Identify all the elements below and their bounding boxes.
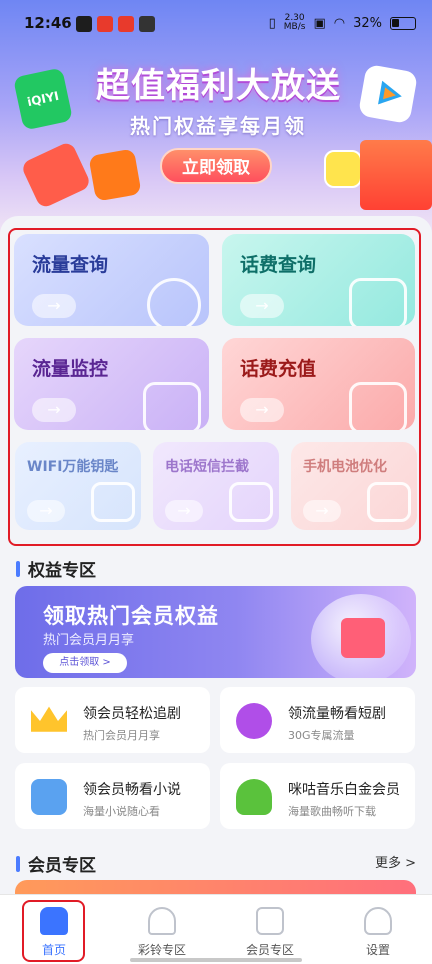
notification-icons xyxy=(76,16,155,32)
benefit-subtitle: 30G专属流量 xyxy=(288,729,355,742)
section-accent-bar xyxy=(16,560,20,577)
user-icon xyxy=(364,907,392,935)
crown-icon xyxy=(31,706,67,732)
gift-icon xyxy=(341,618,385,658)
benefit-card-short-video[interactable]: 领流量畅看短剧 30G专属流量 xyxy=(220,687,415,753)
bell-icon xyxy=(148,907,176,935)
play-icon xyxy=(236,703,272,739)
member-section-title: 会员专区 xyxy=(16,851,96,876)
benefit-subtitle: 海量小说随心看 xyxy=(83,805,160,818)
battery-percent: 32% xyxy=(353,15,382,31)
promo-claim-button[interactable]: 点击领取 > xyxy=(43,653,127,673)
app-notification-icon xyxy=(139,16,155,32)
section-accent-bar xyxy=(16,855,20,872)
app-notification-icon xyxy=(76,16,92,32)
benefit-subtitle: 热门会员月月享 xyxy=(83,729,160,742)
member-benefits-promo[interactable]: 领取热门会员权益 热门会员月月享 点击领取 > xyxy=(15,586,416,678)
nav-settings[interactable]: 设置 xyxy=(338,903,418,958)
more-link[interactable]: 更多 > xyxy=(375,852,416,871)
vibrate-icon: ▯ xyxy=(268,15,276,31)
nav-ringtone[interactable]: 彩铃专区 xyxy=(122,903,202,958)
benefit-title: 领流量畅看短剧 xyxy=(288,706,386,722)
app-notification-icon xyxy=(118,16,134,32)
iqiyi-logo-icon: iQIYI xyxy=(12,67,74,131)
benefits-section-title: 权益专区 xyxy=(16,556,96,581)
gesture-bar[interactable] xyxy=(130,958,302,962)
battery-icon xyxy=(390,16,416,30)
benefit-title: 领会员轻松追剧 xyxy=(83,706,181,722)
banner-title: 超值福利大放送 xyxy=(96,66,341,106)
benefit-card-novel[interactable]: 领会员畅看小说 海量小说随心看 xyxy=(15,763,210,829)
benefit-card-migu-music[interactable]: 咪咕音乐白金会员 海量歌曲畅听下载 xyxy=(220,763,415,829)
tencent-video-logo-icon xyxy=(357,63,419,125)
status-right: ▯ 2.30 MB/s ▣ ◠ 32% xyxy=(269,14,416,32)
benefit-card-drama[interactable]: 领会员轻松追剧 热门会员月月享 xyxy=(15,687,210,753)
benefit-title: 咪咕音乐白金会员 xyxy=(288,782,400,798)
home-highlight-outline xyxy=(22,900,85,962)
net-speed: 2.30 MB/s xyxy=(283,13,306,32)
claim-now-button[interactable]: 立即领取 xyxy=(160,148,272,184)
promo-subtitle: 热门会员月月享 xyxy=(43,633,135,648)
status-bar: 12:46 ▯ 2.30 MB/s ▣ ◠ 32% xyxy=(0,0,432,46)
red-envelope-icon xyxy=(20,140,92,210)
nav-member[interactable]: 会员专区 xyxy=(230,903,310,958)
status-time: 12:46 xyxy=(24,14,72,32)
benefit-title: 领会员畅看小说 xyxy=(83,782,181,798)
nav-label: 设置 xyxy=(365,943,390,957)
qq-music-logo-icon xyxy=(324,150,362,188)
promo-title: 领取热门会员权益 xyxy=(43,604,219,628)
mango-tv-logo-icon xyxy=(88,148,142,202)
nav-label: 彩铃专区 xyxy=(137,943,186,957)
gift-box-icon xyxy=(360,140,432,210)
promo-banner[interactable]: 12:46 ▯ 2.30 MB/s ▣ ◠ 32% iQIYI 超值福利大放送 … xyxy=(0,0,432,235)
signal-icon: ▣ xyxy=(313,15,326,31)
music-note-icon xyxy=(236,779,272,815)
benefit-subtitle: 海量歌曲畅听下载 xyxy=(288,805,376,818)
book-lamp-icon xyxy=(31,779,67,815)
crown-box-icon xyxy=(256,907,284,935)
tools-highlight-outline xyxy=(8,228,421,546)
nav-label: 会员专区 xyxy=(245,943,294,957)
app-notification-icon xyxy=(97,16,113,32)
banner-subtitle: 热门权益享每月领 xyxy=(130,114,306,138)
wifi-icon: ◠ xyxy=(333,15,346,31)
